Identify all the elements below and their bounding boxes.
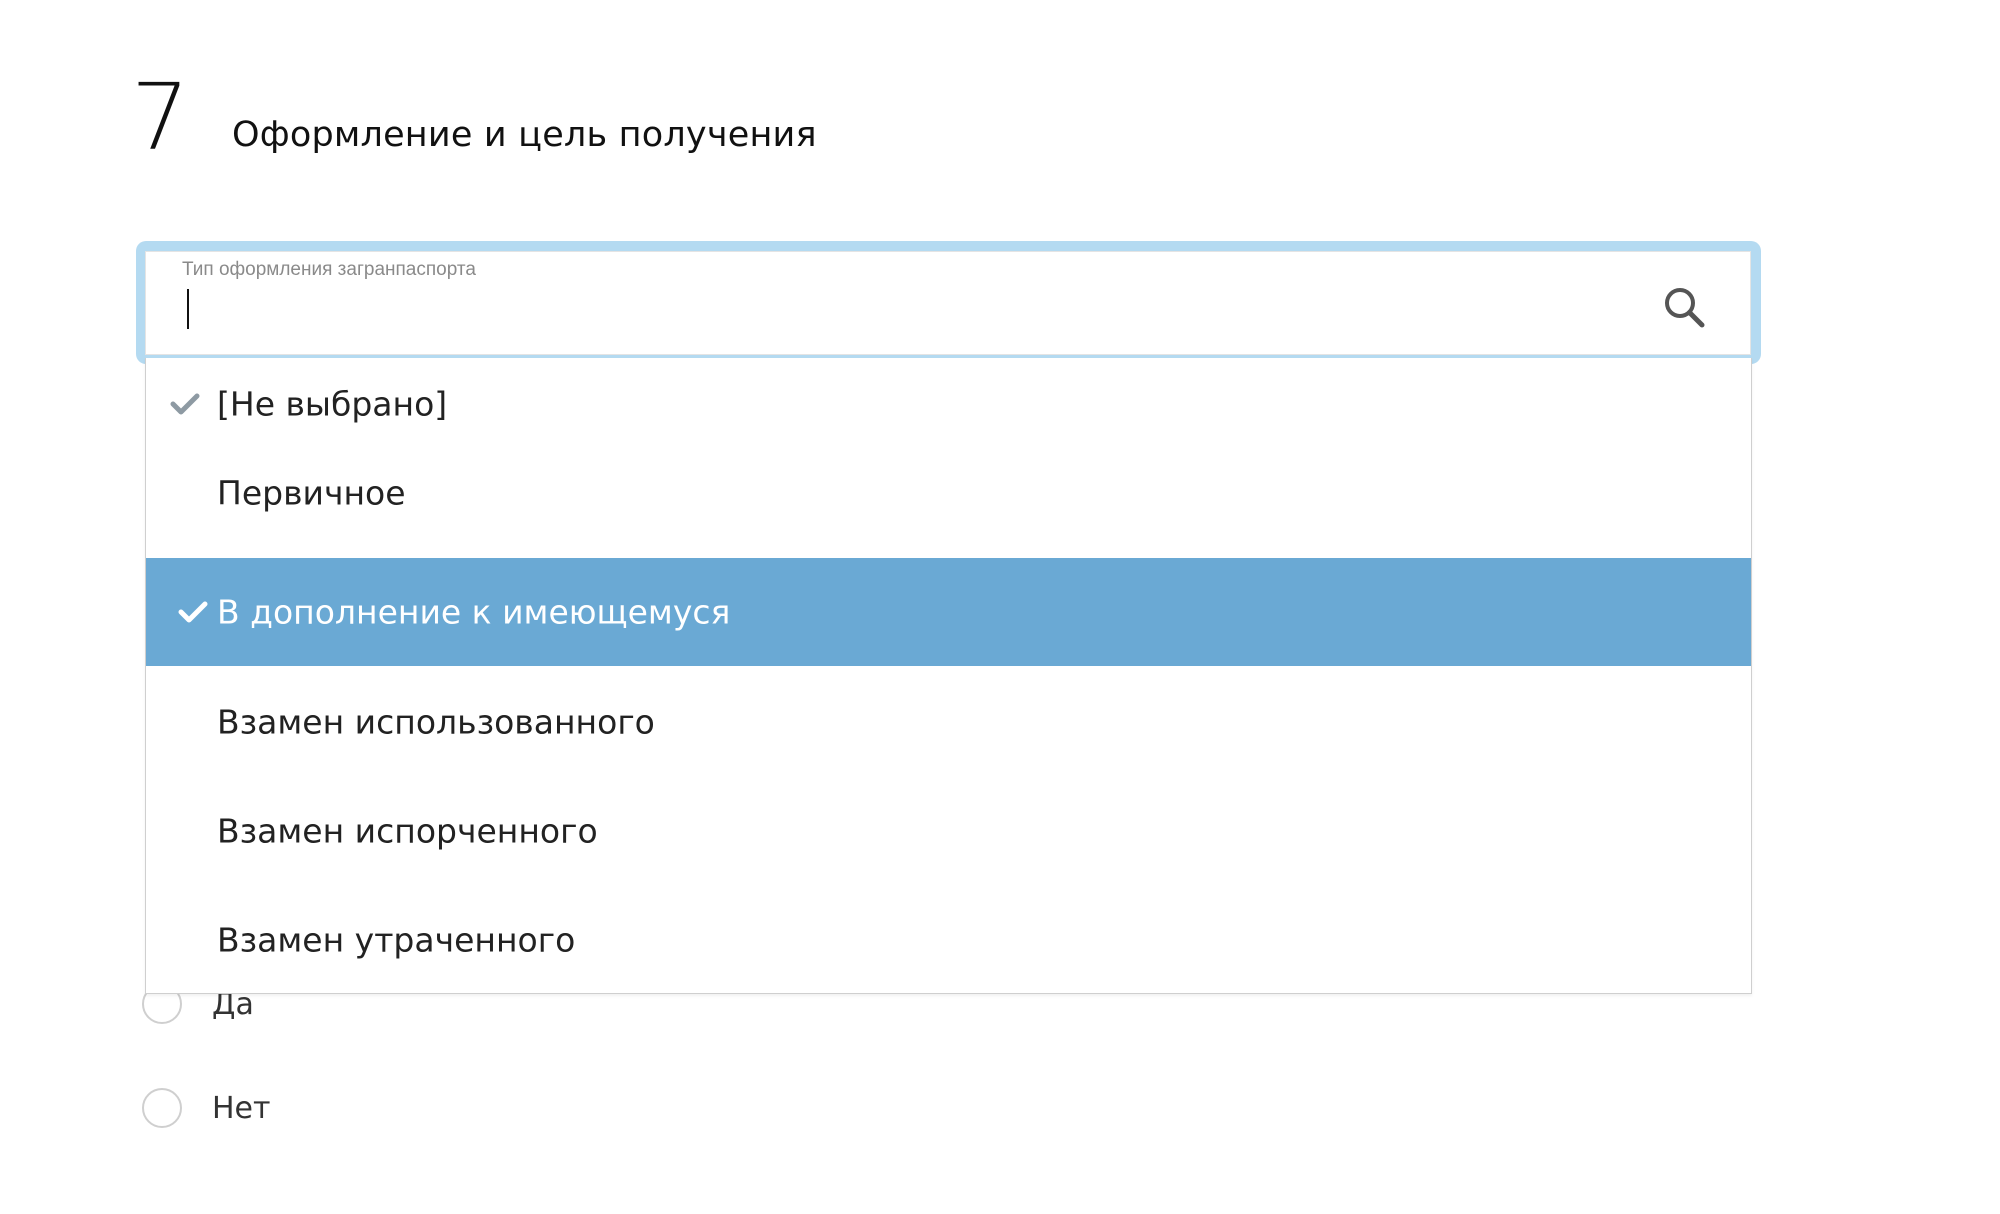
passport-type-dropdown: [Не выбрано] Первичное В дополнение к им… (145, 358, 1752, 994)
dropdown-option-in-addition[interactable]: В дополнение к имеющемуся (146, 558, 1751, 666)
section-number: 7 (131, 64, 190, 171)
passport-type-search-input[interactable] (182, 286, 1642, 336)
dropdown-option-replace-damaged[interactable]: Взамен испорченного (146, 777, 1751, 885)
radio-button[interactable] (142, 1088, 182, 1128)
option-label: Взамен использованного (217, 702, 655, 742)
option-label: [Не выбрано] (217, 384, 448, 423)
field-label: Тип оформления загранпаспорта (182, 259, 476, 280)
checkmark-icon (170, 393, 200, 415)
dropdown-option-replace-lost[interactable]: Взамен утраченного (146, 886, 1751, 994)
dropdown-option-primary[interactable]: Первичное (146, 449, 1751, 537)
option-label: Взамен испорченного (217, 811, 598, 851)
radio-label: Да (212, 987, 254, 1022)
section-title: Оформление и цель получения (232, 115, 817, 155)
option-label: Взамен утраченного (217, 920, 576, 960)
dropdown-option-replace-used[interactable]: Взамен использованного (146, 668, 1751, 776)
checkmark-icon (178, 601, 208, 623)
search-icon[interactable] (1662, 285, 1706, 329)
option-label: В дополнение к имеющемуся (217, 592, 731, 632)
option-label: Первичное (217, 473, 406, 513)
text-caret (187, 289, 189, 329)
passport-type-field[interactable]: Тип оформления загранпаспорта (145, 251, 1751, 355)
radio-label: Нет (212, 1091, 271, 1126)
dropdown-option-not-selected[interactable]: [Не выбрано] (146, 358, 1751, 449)
